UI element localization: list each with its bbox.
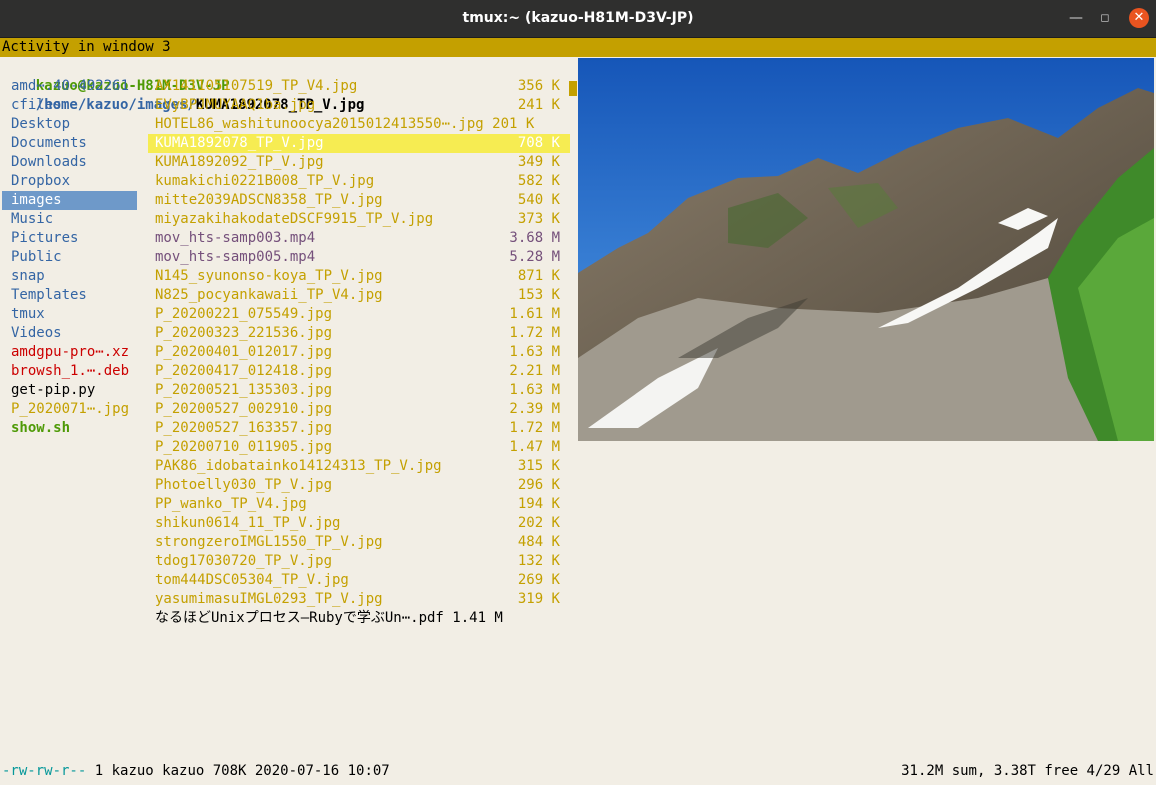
- parent-item[interactable]: Pictures: [11, 229, 78, 248]
- file-size: 871 K: [517, 268, 560, 284]
- file-name[interactable]: tdog17030720_TP_V.jpg: [155, 552, 332, 571]
- file-size: 241 K: [517, 97, 560, 113]
- file-name[interactable]: miyazakihakodateDSCF9915_TP_V.jpg: [155, 210, 433, 229]
- file-size: 194 K: [517, 496, 560, 512]
- file-name[interactable]: Photoelly030_TP_V.jpg: [155, 476, 332, 495]
- file-name[interactable]: P_20200527_163357.jpg: [155, 419, 332, 438]
- file-size: 319 K: [517, 591, 560, 607]
- file-name[interactable]: kumakichi0221B008_TP_V.jpg: [155, 172, 374, 191]
- file-name[interactable]: AX141105107519_TP_V4.jpg: [155, 77, 357, 96]
- file-name[interactable]: PP_wanko_TP_V4.jpg: [155, 495, 307, 514]
- window-titlebar: tmux:~ (kazuo-H81M-D3V-JP) — ◻ ✕: [0, 0, 1156, 38]
- parent-item[interactable]: Dropbox: [11, 172, 70, 191]
- file-size: 1.63 M: [509, 344, 560, 360]
- file-name[interactable]: HOTEL86_washitunoocya2015012413550⋯.jpg …: [155, 115, 534, 134]
- file-size: 708 K: [517, 135, 560, 151]
- file-name[interactable]: strongzeroIMGL1550_TP_V.jpg: [155, 533, 383, 552]
- file-name[interactable]: KUMA1892078_TP_V.jpg: [155, 134, 324, 153]
- parent-item[interactable]: Public: [11, 248, 62, 267]
- parent-item[interactable]: get-pip.py: [11, 381, 95, 400]
- file-name[interactable]: P_20200221_075549.jpg: [155, 305, 332, 324]
- status-bar-left: -rw-rw-r-- 1 kazuo kazuo 708K 2020-07-16…: [2, 762, 390, 781]
- file-size: 582 K: [517, 173, 560, 189]
- file-name[interactable]: mov_hts-samp005.mp4: [155, 248, 315, 267]
- parent-item[interactable]: Downloads: [11, 153, 87, 172]
- file-size: 373 K: [517, 211, 560, 227]
- parent-item[interactable]: Templates: [11, 286, 87, 305]
- file-size: 1.47 M: [509, 439, 560, 455]
- parent-item[interactable]: show.sh: [11, 419, 70, 438]
- file-permissions: -rw-rw-r--: [2, 763, 87, 779]
- file-size: 2.21 M: [509, 363, 560, 379]
- file-name[interactable]: PAK86_idobatainko14124313_TP_V.jpg: [155, 457, 442, 476]
- parent-item[interactable]: snap: [11, 267, 45, 286]
- file-info: 1 kazuo kazuo 708K 2020-07-16 10:07: [86, 763, 390, 779]
- parent-item[interactable]: Music: [11, 210, 53, 229]
- close-icon[interactable]: ✕: [1129, 8, 1149, 28]
- path-line: kazuo@kazuo-H81M-D3V-JP /home/kazuo/imag…: [2, 58, 365, 113]
- file-name[interactable]: P_20200521_135303.jpg: [155, 381, 332, 400]
- file-name[interactable]: P_20200527_002910.jpg: [155, 400, 332, 419]
- file-name[interactable]: N145_syunonso-koya_TP_V.jpg: [155, 267, 383, 286]
- file-size: 296 K: [517, 477, 560, 493]
- parent-item[interactable]: amdgpu-pro⋯.xz: [11, 343, 129, 362]
- parent-item[interactable]: amd⋯.40-492261: [11, 77, 129, 96]
- file-size: 349 K: [517, 154, 560, 170]
- parent-item[interactable]: Desktop: [11, 115, 70, 134]
- file-name[interactable]: yasumimasuIMGL0293_TP_V.jpg: [155, 590, 383, 609]
- file-name[interactable]: mov_hts-samp003.mp4: [155, 229, 315, 248]
- parent-item[interactable]: cfiles: [11, 96, 62, 115]
- file-name[interactable]: EVyBPJMUYAAQ1ba.jpg: [155, 96, 315, 115]
- status-bar-right: 31.2M sum, 3.38T free 4/29 All: [901, 763, 1154, 779]
- file-size: 356 K: [517, 78, 560, 94]
- file-size: 132 K: [517, 553, 560, 569]
- file-size: 1.61 M: [509, 306, 560, 322]
- file-size: 202 K: [517, 515, 560, 531]
- parent-item[interactable]: tmux: [11, 305, 45, 324]
- file-size: 540 K: [517, 192, 560, 208]
- file-size: 269 K: [517, 572, 560, 588]
- file-size: 3.68 M: [509, 230, 560, 246]
- activity-bar: Activity in window 3: [0, 38, 1156, 57]
- file-name[interactable]: tom444DSC05304_TP_V.jpg: [155, 571, 349, 590]
- file-size: 5.28 M: [509, 249, 560, 265]
- file-size: 1.72 M: [509, 325, 560, 341]
- file-name[interactable]: KUMA1892092_TP_V.jpg: [155, 153, 324, 172]
- file-size: 1.72 M: [509, 420, 560, 436]
- file-name[interactable]: なるほどUnixプロセス—Rubyで学ぶUn⋯.pdf 1.41 M: [155, 609, 503, 628]
- file-size: 153 K: [517, 287, 560, 303]
- parent-item[interactable]: browsh_1.⋯.deb: [11, 362, 129, 381]
- maximize-icon[interactable]: ◻: [1096, 9, 1114, 27]
- image-preview: [578, 58, 1154, 441]
- file-name[interactable]: N825_pocyankawaii_TP_V4.jpg: [155, 286, 383, 305]
- terminal[interactable]: Activity in window 3 kazuo@kazuo-H81M-D3…: [0, 38, 1156, 785]
- file-size: 315 K: [517, 458, 560, 474]
- file-size: 1.63 M: [509, 382, 560, 398]
- parent-item[interactable]: Documents: [11, 134, 87, 153]
- file-name[interactable]: P_20200710_011905.jpg: [155, 438, 332, 457]
- minimize-icon[interactable]: —: [1067, 9, 1085, 27]
- window-title: tmux:~ (kazuo-H81M-D3V-JP): [462, 10, 694, 26]
- parent-item[interactable]: images: [11, 191, 62, 210]
- file-name[interactable]: mitte2039ADSCN8358_TP_V.jpg: [155, 191, 383, 210]
- parent-item[interactable]: P_2020071⋯.jpg: [11, 400, 129, 419]
- file-name[interactable]: shikun0614_11_TP_V.jpg: [155, 514, 340, 533]
- file-name[interactable]: P_20200401_012017.jpg: [155, 343, 332, 362]
- parent-item[interactable]: Videos: [11, 324, 62, 343]
- file-size: 2.39 M: [509, 401, 560, 417]
- file-name[interactable]: P_20200323_221536.jpg: [155, 324, 332, 343]
- text-cursor: [569, 81, 577, 96]
- file-name[interactable]: P_20200417_012418.jpg: [155, 362, 332, 381]
- file-size: 484 K: [517, 534, 560, 550]
